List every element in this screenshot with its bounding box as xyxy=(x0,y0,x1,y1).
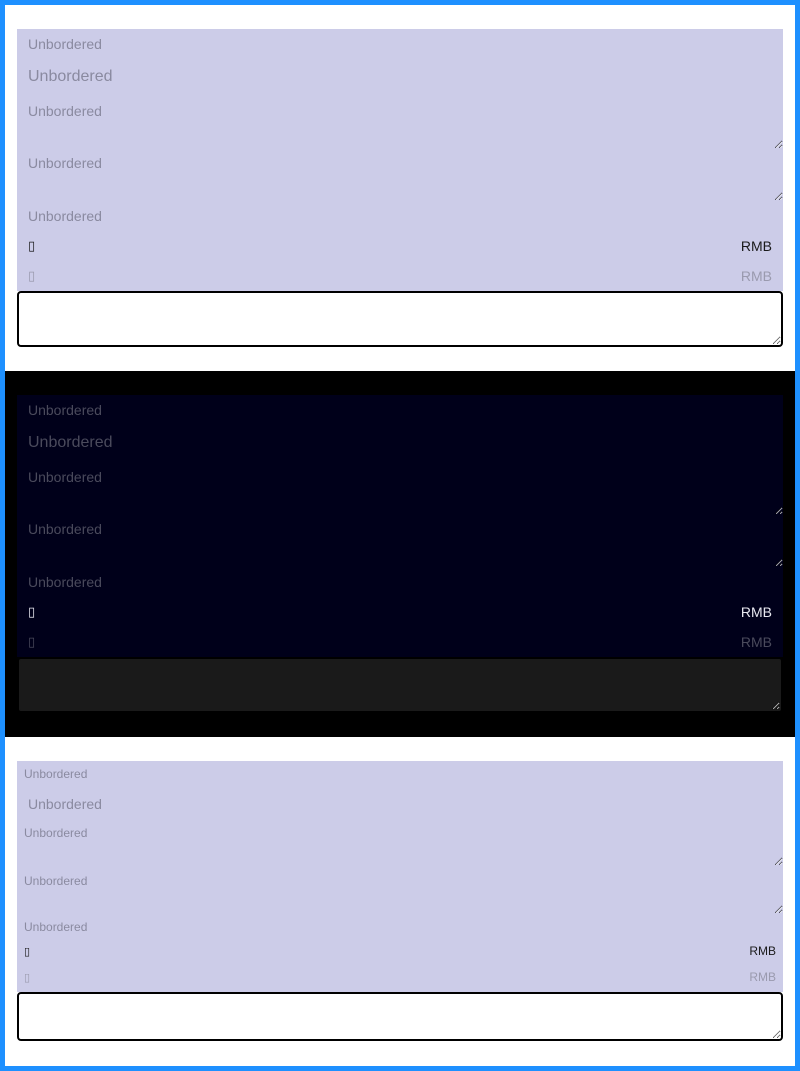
price-unit-label: RMB xyxy=(740,604,772,620)
unbordered-textarea[interactable] xyxy=(17,103,783,149)
unbordered-panel: ▯ RMB ▯ RMB xyxy=(17,395,783,657)
form-section-dark: ▯ RMB ▯ RMB xyxy=(5,371,795,737)
price-unit-label: RMB xyxy=(740,634,772,650)
unbordered-input-large[interactable] xyxy=(17,425,783,461)
currency-icon: ▯ xyxy=(24,944,31,958)
price-input-disabled: ▯ RMB xyxy=(17,627,783,657)
currency-icon: ▯ xyxy=(28,634,36,650)
bordered-textarea[interactable] xyxy=(17,291,783,347)
unbordered-input[interactable] xyxy=(17,395,783,425)
unbordered-input-plain[interactable] xyxy=(17,567,783,597)
price-input[interactable]: ▯ RMB xyxy=(17,938,783,964)
unbordered-input-plain[interactable] xyxy=(17,916,783,938)
price-unit-label: RMB xyxy=(749,970,776,984)
currency-icon: ▯ xyxy=(28,268,36,284)
unbordered-input-large[interactable] xyxy=(17,59,783,95)
unbordered-textarea-2[interactable] xyxy=(17,155,783,201)
form-section-light-small: ▯ RMB ▯ RMB xyxy=(5,737,795,1066)
unbordered-input-large[interactable] xyxy=(17,789,783,819)
price-unit-label: RMB xyxy=(740,238,772,254)
unbordered-input-plain[interactable] xyxy=(17,201,783,231)
unbordered-textarea[interactable] xyxy=(17,469,783,515)
price-unit-label: RMB xyxy=(740,268,772,284)
price-input[interactable]: ▯ RMB xyxy=(17,231,783,261)
currency-icon: ▯ xyxy=(28,604,36,620)
unbordered-textarea-2[interactable] xyxy=(17,874,783,914)
unbordered-textarea-2[interactable] xyxy=(17,521,783,567)
unbordered-panel: ▯ RMB ▯ RMB xyxy=(17,761,783,992)
currency-icon: ▯ xyxy=(28,238,36,254)
currency-icon: ▯ xyxy=(24,970,31,984)
price-input-disabled: ▯ RMB xyxy=(17,261,783,291)
unbordered-panel: ▯ RMB ▯ RMB xyxy=(17,29,783,291)
price-input[interactable]: ▯ RMB xyxy=(17,597,783,627)
bordered-textarea[interactable] xyxy=(17,992,783,1041)
unbordered-input[interactable] xyxy=(17,29,783,59)
unbordered-textarea[interactable] xyxy=(17,826,783,866)
price-unit-label: RMB xyxy=(749,944,776,958)
price-input-disabled: ▯ RMB xyxy=(17,964,783,990)
form-section-light-default: ▯ RMB ▯ RMB xyxy=(5,5,795,371)
unbordered-input[interactable] xyxy=(17,763,783,785)
bordered-textarea[interactable] xyxy=(19,659,781,711)
